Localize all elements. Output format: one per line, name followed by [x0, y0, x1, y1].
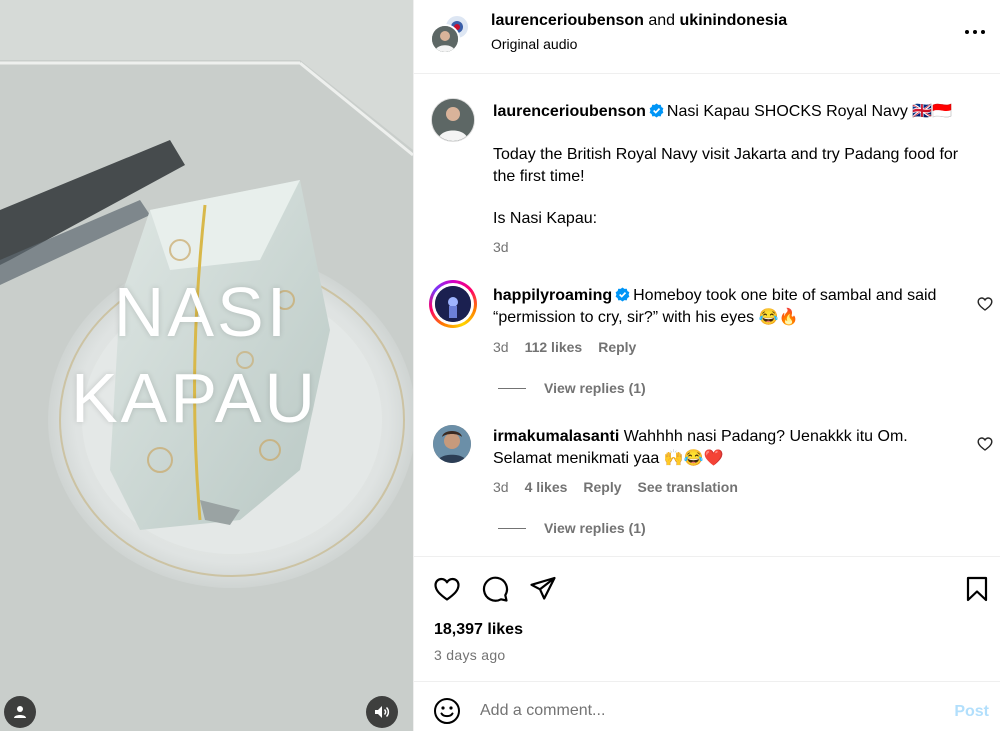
comment-username[interactable]: happilyroaming	[493, 287, 612, 304]
authors-joiner: and	[643, 12, 680, 29]
post-media[interactable]: NASI KAPAU	[0, 0, 413, 731]
like-count[interactable]: 18,397 likes	[434, 621, 523, 639]
post-details-panel: laurencerioubenson and ukinindonesia Ori…	[413, 0, 1000, 731]
comment-like-heart-icon[interactable]	[977, 436, 993, 452]
author-link-ukinindonesia[interactable]: ukinindonesia	[680, 12, 788, 29]
heart-icon[interactable]	[433, 575, 461, 603]
collab-avatars[interactable]	[430, 14, 470, 54]
tagged-users-button[interactable]	[4, 696, 36, 728]
comment-meta: 3d 4 likes Reply See translation	[493, 479, 738, 495]
audio-label[interactable]: Original audio	[491, 36, 577, 52]
caption-time[interactable]: 3d	[493, 239, 509, 255]
comment-icon[interactable]	[481, 575, 509, 603]
post-authors: laurencerioubenson and ukinindonesia	[491, 12, 787, 30]
caption-avatar[interactable]	[431, 98, 475, 142]
see-translation-button[interactable]: See translation	[638, 479, 738, 495]
overlay-title-line1: NASI	[113, 273, 290, 351]
caption-meta: 3d	[493, 239, 509, 255]
view-replies-label: View replies (1)	[544, 380, 646, 396]
user-icon	[14, 706, 26, 718]
view-replies-label: View replies (1)	[544, 520, 646, 536]
reply-button[interactable]: Reply	[598, 339, 636, 355]
comment-likes[interactable]: 4 likes	[525, 479, 568, 495]
overlay-title-line2: KAPAU	[70, 359, 319, 437]
post-date: 3 days ago	[434, 647, 506, 663]
comment-input[interactable]	[480, 694, 920, 728]
replies-divider	[498, 387, 526, 389]
emoji-icon[interactable]	[432, 696, 462, 726]
bookmark-icon[interactable]	[963, 575, 991, 603]
comment-like-heart-icon[interactable]	[977, 296, 993, 312]
comment-text-block: irmakumalasanti Wahhhh nasi Padang? Uena…	[493, 426, 963, 470]
comment-likes[interactable]: 112 likes	[525, 339, 583, 355]
more-icon	[965, 30, 985, 34]
comment-time[interactable]: 3d	[493, 339, 509, 355]
comment-username[interactable]: irmakumalasanti	[493, 428, 619, 445]
mute-button[interactable]	[366, 696, 398, 728]
avatar	[435, 286, 471, 322]
caption-body: Today the British Royal Navy visit Jakar…	[493, 146, 959, 185]
verified-badge-icon	[649, 103, 664, 118]
avatar-primary	[430, 24, 460, 54]
reply-button[interactable]: Reply	[583, 479, 621, 495]
add-comment-bar: Post	[414, 681, 1000, 731]
post-comment-button[interactable]: Post	[954, 703, 989, 721]
comment-meta: 3d 112 likes Reply	[493, 339, 636, 355]
view-replies-button[interactable]: View replies (1)	[498, 520, 646, 536]
caption-username[interactable]: laurencerioubenson	[493, 103, 646, 120]
caption-header: laurencerioubenson Nasi Kapau SHOCKS Roya…	[493, 101, 983, 123]
comment-time[interactable]: 3d	[493, 479, 509, 495]
post-header: laurencerioubenson and ukinindonesia Ori…	[414, 0, 1000, 74]
author-link-laurencerioubenson[interactable]: laurencerioubenson	[491, 12, 644, 29]
comment-text-block: happilyroaming Homeboy took one bite of s…	[493, 285, 963, 329]
more-options-button[interactable]	[963, 20, 987, 44]
verified-badge-icon	[615, 287, 630, 302]
view-replies-button[interactable]: View replies (1)	[498, 380, 646, 396]
comment-avatar-irmakumalasanti[interactable]	[433, 425, 471, 463]
replies-divider	[498, 527, 526, 529]
caption-title: Nasi Kapau SHOCKS Royal Navy 🇬🇧🇮🇩	[666, 103, 953, 120]
caption-body-continued: Is Nasi Kapau:	[493, 210, 598, 227]
send-icon[interactable]	[529, 575, 557, 603]
comment-avatar-happilyroaming[interactable]	[429, 280, 477, 328]
speaker-icon	[375, 706, 390, 718]
